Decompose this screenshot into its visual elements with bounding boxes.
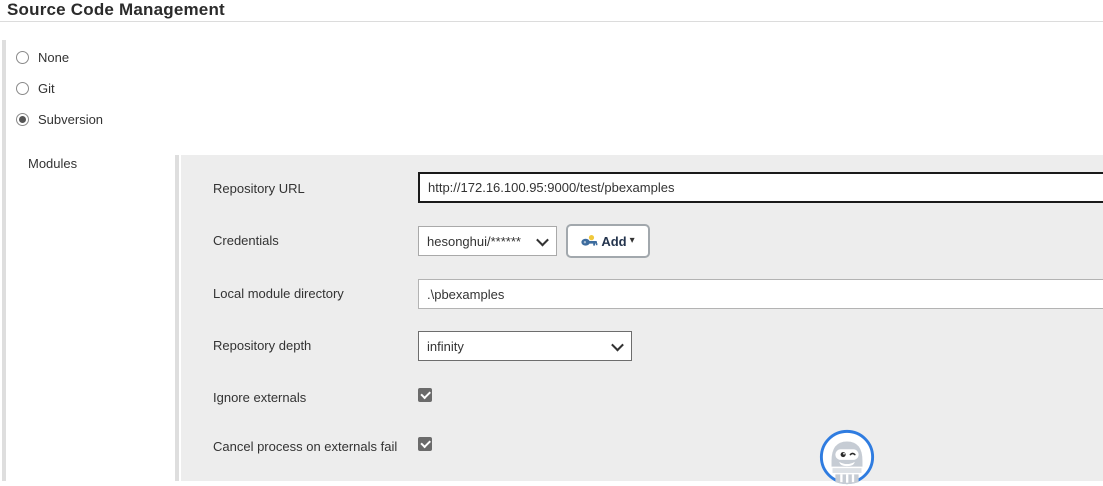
title-divider xyxy=(0,21,1103,22)
credentials-selected-value: hesonghui/****** xyxy=(427,234,521,249)
credentials-select[interactable]: hesonghui/****** xyxy=(418,226,557,256)
local-module-directory-input[interactable] xyxy=(418,279,1103,309)
chevron-down-icon xyxy=(536,233,549,246)
repository-url-input[interactable] xyxy=(418,172,1103,203)
add-credentials-button[interactable]: Add ▾ xyxy=(566,224,650,258)
radio-button-selected-icon[interactable] xyxy=(16,113,29,126)
radio-button-icon[interactable] xyxy=(16,51,29,64)
repository-depth-label: Repository depth xyxy=(213,338,311,353)
modules-section-label: Modules xyxy=(28,156,77,171)
ignore-externals-label: Ignore externals xyxy=(213,390,306,405)
robot-assistant-icon xyxy=(832,442,863,485)
chevron-down-icon xyxy=(611,338,624,351)
cancel-on-externals-fail-label: Cancel process on externals fail xyxy=(213,439,397,454)
dropdown-caret-icon: ▾ xyxy=(630,236,635,246)
radio-option-git[interactable]: Git xyxy=(16,79,55,97)
page-title: Source Code Management xyxy=(7,0,225,20)
ignore-externals-checkbox[interactable] xyxy=(418,388,432,402)
repository-depth-select[interactable]: infinity xyxy=(418,331,632,361)
radio-option-subversion[interactable]: Subversion xyxy=(16,110,103,128)
repository-url-label: Repository URL xyxy=(213,181,305,196)
repository-depth-selected-value: infinity xyxy=(427,339,464,354)
radio-option-none[interactable]: None xyxy=(16,48,69,66)
radio-button-icon[interactable] xyxy=(16,82,29,95)
radio-label: None xyxy=(38,50,69,65)
cancel-on-externals-fail-checkbox[interactable] xyxy=(418,437,432,451)
radio-label: Git xyxy=(38,81,55,96)
scm-section-indent-bar xyxy=(2,40,6,481)
local-module-directory-label: Local module directory xyxy=(213,286,344,301)
credentials-label: Credentials xyxy=(213,233,279,248)
add-button-label: Add xyxy=(601,234,626,249)
module-config-panel xyxy=(181,155,1103,481)
robot-assistant-button[interactable] xyxy=(818,428,876,486)
key-icon xyxy=(581,234,598,249)
radio-label: Subversion xyxy=(38,112,103,127)
modules-section-indent-bar xyxy=(175,155,179,481)
